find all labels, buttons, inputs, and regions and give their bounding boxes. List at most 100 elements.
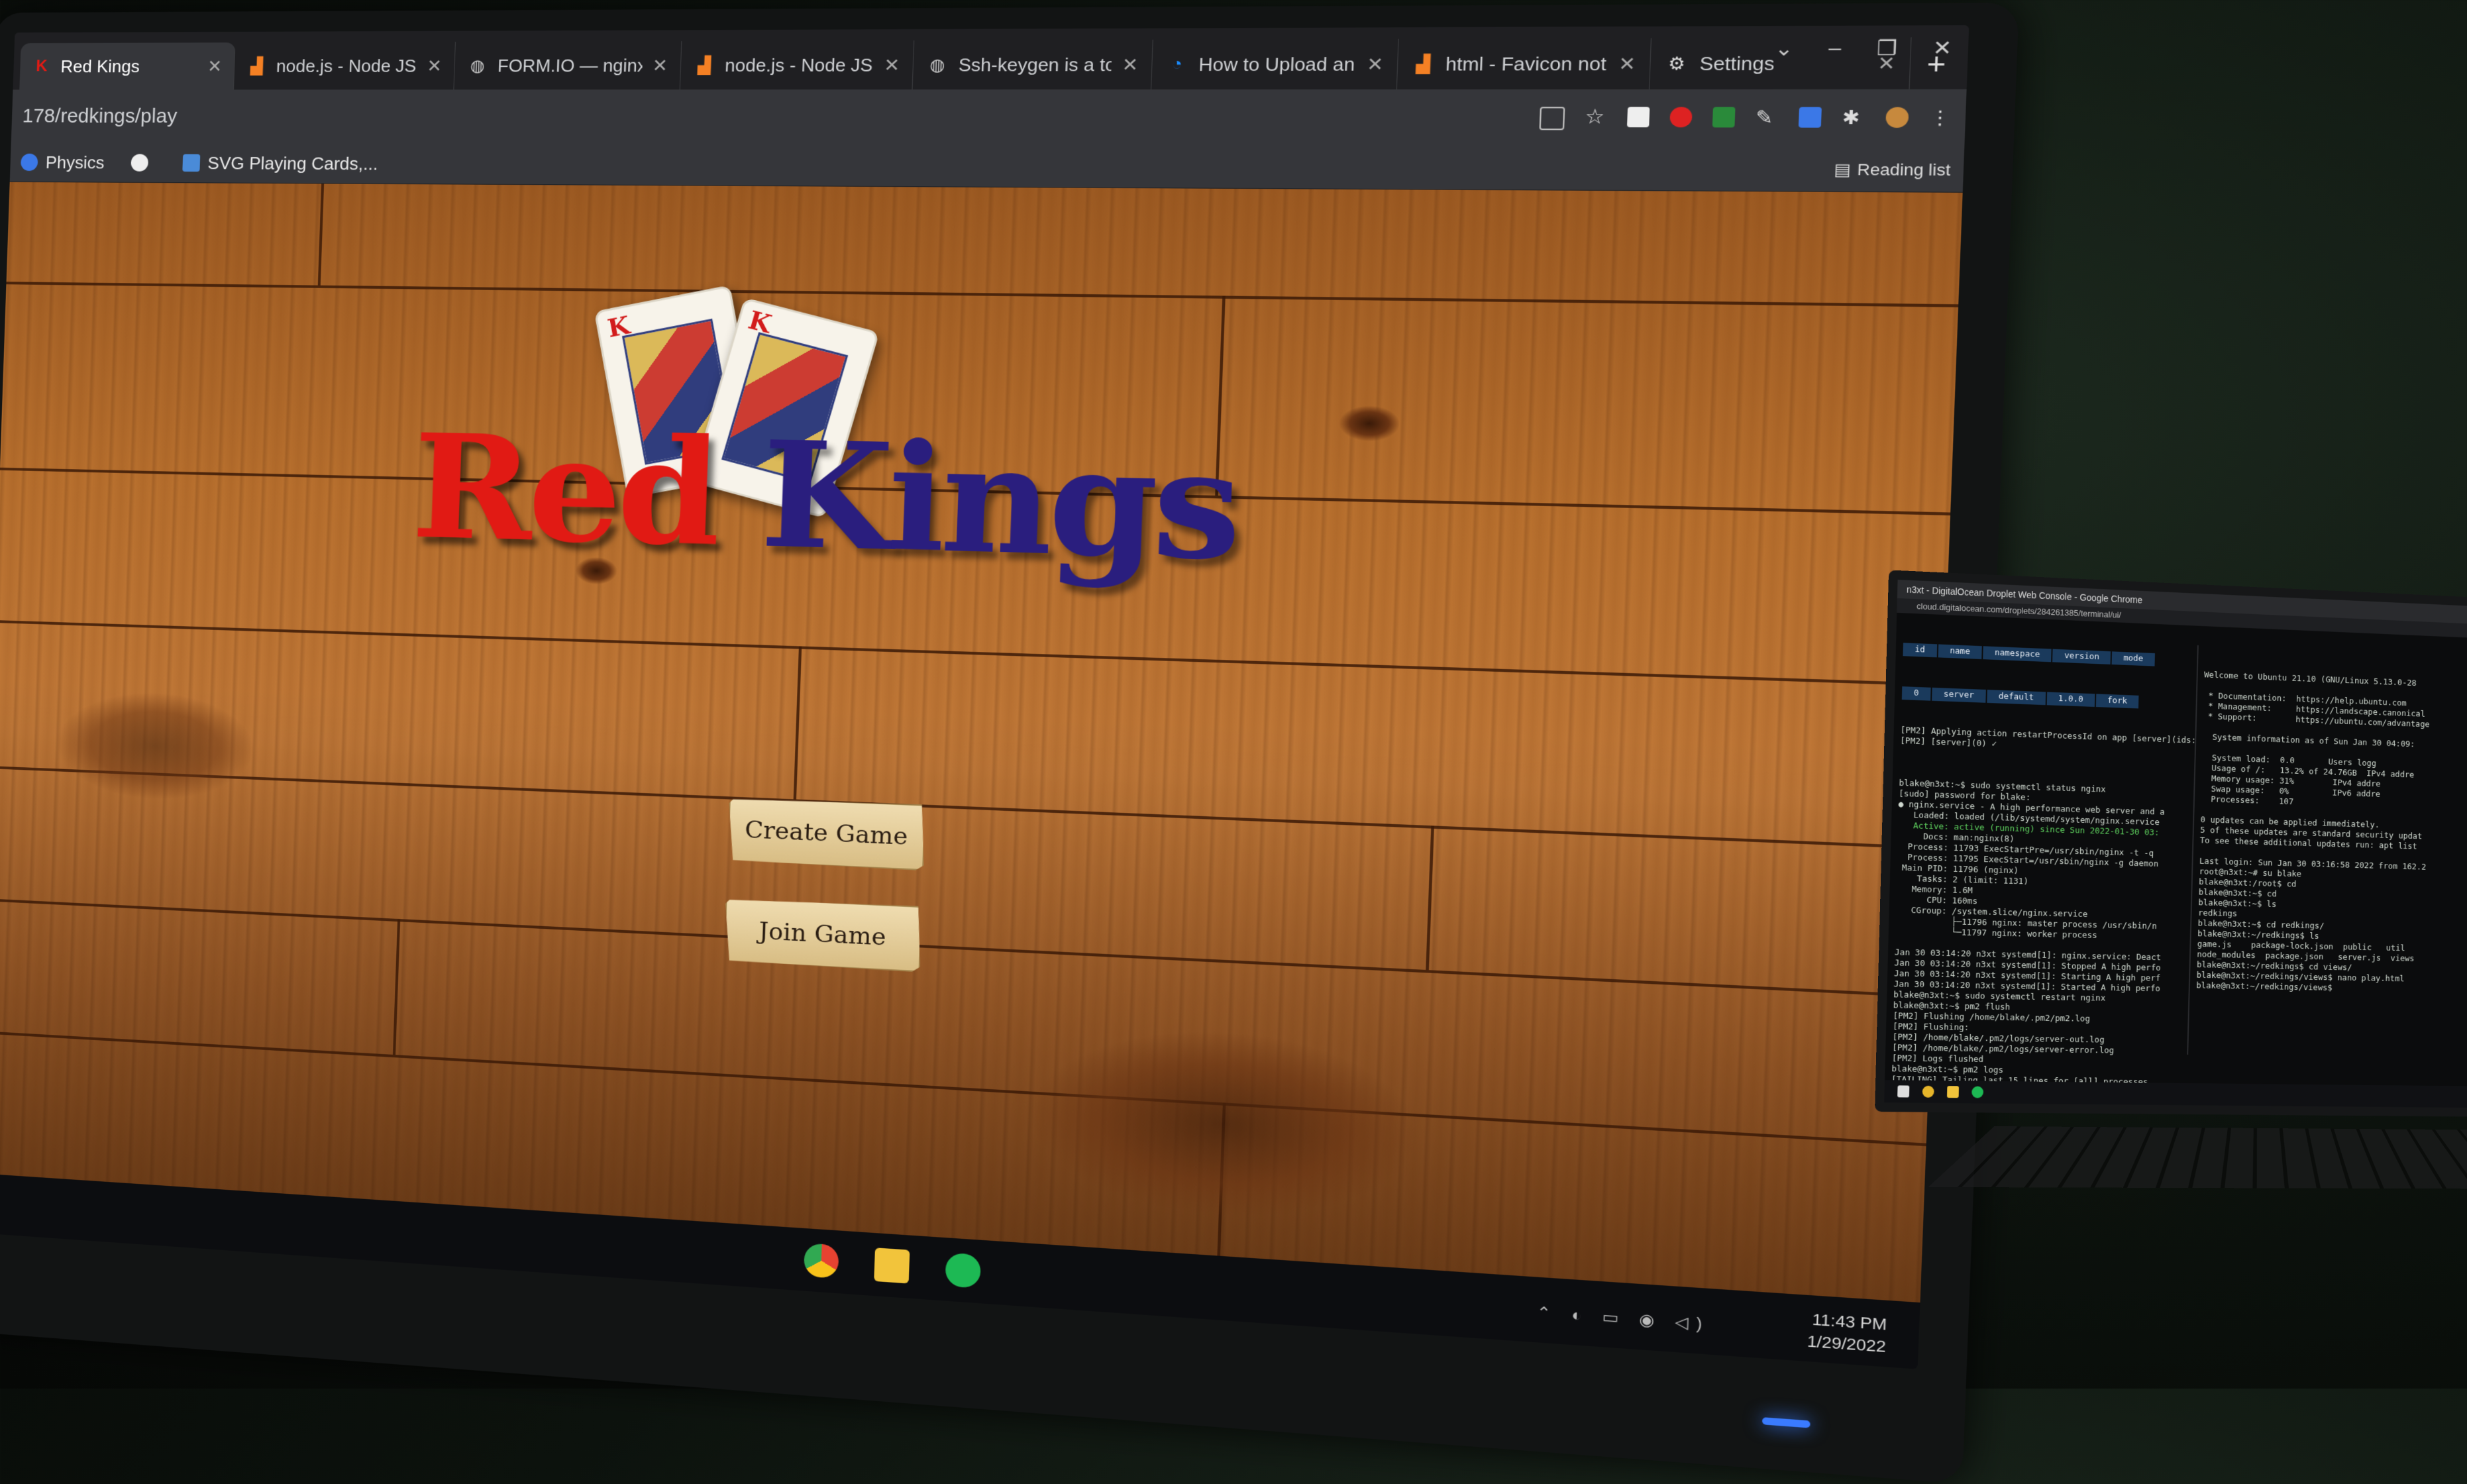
close-icon[interactable]: ✕	[1367, 53, 1384, 76]
wood-knot	[54, 688, 256, 804]
close-icon[interactable]: ✕	[427, 55, 443, 76]
laptop-keyboard	[1928, 1126, 2467, 1189]
tab-label: Ssh-keygen is a to	[958, 53, 1112, 76]
tab-how-to-upload[interactable]: ◔ How to Upload an ✕	[1151, 38, 1399, 90]
kebab-menu-icon[interactable]: ⋮	[1929, 107, 1953, 129]
plank-seam	[1426, 825, 1434, 971]
address-bar[interactable]: 178/redkings/play	[22, 105, 1540, 131]
chrome-icon[interactable]	[803, 1243, 839, 1279]
extension-icons: ☆ ✎ ✱ ⋮	[1539, 105, 1953, 131]
close-window-icon[interactable]: ✕	[1932, 36, 1952, 60]
close-icon[interactable]: ✕	[1618, 52, 1636, 75]
stack-overflow-icon: ▟	[250, 56, 264, 76]
taskbar-clock[interactable]: 11:43 PM 1/29/2022	[1807, 1308, 1887, 1358]
stack-overflow-icon: ▟	[697, 56, 711, 75]
pm2-cell: server	[1930, 686, 1987, 704]
reading-list-icon: ▤	[1833, 160, 1852, 179]
create-game-button[interactable]: Create Game	[727, 796, 925, 871]
reading-list-label: Reading list	[1857, 160, 1951, 180]
adblock-icon[interactable]	[1669, 107, 1693, 128]
globe-icon: ◍	[929, 55, 946, 75]
pm2-cell: 1.0.0	[2046, 691, 2096, 708]
star-icon[interactable]: ☆	[1585, 105, 1607, 128]
clock-date: 1/29/2022	[1807, 1332, 1887, 1356]
terminal-right-output: Welcome to Ubuntu 21.10 (GNU/Linux 5.13.…	[2196, 670, 2467, 996]
pm2-cell: 0	[1901, 686, 1932, 702]
terminal-right[interactable]: Welcome to Ubuntu 21.10 (GNU/Linux 5.13.…	[2187, 645, 2467, 1059]
extension-white-icon[interactable]	[1626, 107, 1650, 128]
tab-ssh-keygen[interactable]: ◍ Ssh-keygen is a to ✕	[912, 39, 1153, 90]
wood-knot	[1338, 405, 1401, 443]
browser-tab-bar: K Red Kings ✕ ▟ node.js - Node JS ✕ ◍ FO…	[13, 25, 1969, 90]
main-monitor: K Red Kings ✕ ▟ node.js - Node JS ✕ ◍ FO…	[0, 2, 2019, 1484]
tab-html-favicon[interactable]: ▟ html - Favicon not ✕	[1396, 38, 1652, 89]
tab-label: Red Kings	[60, 56, 140, 76]
stack-overflow-icon: ▟	[1416, 54, 1431, 74]
join-game-button[interactable]: Join Game	[723, 897, 922, 972]
red-k-favicon-icon: K	[36, 57, 48, 76]
laptop: n3xt - DigitalOcean Droplet Web Console …	[1874, 570, 2467, 1189]
plank-line	[0, 898, 1932, 998]
reading-list-button[interactable]: ▤ Reading list	[1834, 160, 1951, 180]
share-icon[interactable]	[1539, 107, 1565, 131]
pm2-col: mode	[2111, 651, 2156, 667]
wood-knot	[1025, 1021, 1424, 1230]
pm2-cell: fork	[2095, 693, 2140, 710]
chrome-icon[interactable]	[1922, 1085, 1934, 1098]
tab-form-io[interactable]: ◍ FORM.IO — nginx ✕	[454, 41, 682, 90]
window-controls: ⌄ – ❐ ✕	[1774, 36, 1952, 61]
plank-seam	[793, 646, 802, 800]
bookmark-globe[interactable]	[130, 154, 156, 172]
pm2-col: namespace	[1982, 645, 2053, 663]
plank-seam	[317, 184, 325, 286]
pm2-col: version	[2052, 648, 2112, 665]
terminal-line: /home/blake/.pm2/logs/server-error.log l…	[1890, 1106, 2158, 1117]
minimize-icon[interactable]: –	[1828, 36, 1842, 60]
file-explorer-icon[interactable]	[1946, 1086, 1960, 1098]
pm2-col: id	[1902, 642, 1938, 659]
pm2-col: name	[1937, 643, 1983, 661]
chevron-down-icon[interactable]: ⌄	[1774, 36, 1794, 61]
power-led	[1761, 1417, 1811, 1428]
extension-green-icon[interactable]	[1712, 107, 1736, 128]
close-icon[interactable]: ✕	[207, 56, 223, 77]
red-kings-logo: K K Red Kings	[408, 285, 1241, 637]
restore-icon[interactable]: ❐	[1876, 36, 1897, 60]
spotify-icon[interactable]	[1971, 1086, 1984, 1098]
plank-line	[0, 1030, 1926, 1147]
translate-icon[interactable]	[1798, 107, 1822, 128]
start-icon[interactable]	[1897, 1085, 1910, 1098]
spotify-icon[interactable]	[945, 1252, 982, 1289]
system-tray-icons[interactable]: ⌃ ◐ ▭ ◉ ◁)	[1536, 1303, 1710, 1334]
bookmark-icon	[182, 154, 200, 172]
browser-toolbar: 178/redkings/play ☆ ✎ ✱ ⋮	[11, 89, 1967, 149]
digitalocean-icon: ◔	[1171, 54, 1183, 74]
laptop-screen: n3xt - DigitalOcean Droplet Web Console …	[1874, 570, 2467, 1117]
globe-icon	[130, 154, 148, 172]
title-kings-word: Kings	[758, 408, 1241, 594]
tab-label: html - Favicon not	[1445, 52, 1607, 75]
tab-red-kings[interactable]: K Red Kings ✕	[19, 42, 236, 90]
close-icon[interactable]: ✕	[1122, 54, 1139, 76]
pm2-cell: default	[1986, 689, 2046, 706]
plank-seam	[392, 918, 401, 1055]
tab-node-js-2[interactable]: ▟ node.js - Node JS ✕	[680, 40, 915, 90]
bookmark-physics[interactable]: Physics	[21, 152, 105, 173]
close-icon[interactable]: ✕	[652, 55, 668, 76]
pen-icon[interactable]: ✎	[1756, 106, 1779, 128]
tab-label: node.js - Node JS	[724, 54, 874, 76]
title-red-word: Red	[409, 402, 720, 579]
tab-label: How to Upload an	[1198, 53, 1355, 75]
gear-icon: ⚙	[1667, 54, 1686, 74]
bookmark-svg-playing-cards[interactable]: SVG Playing Cards,...	[182, 152, 378, 174]
monitor-screen: K Red Kings ✕ ▟ node.js - Node JS ✕ ◍ FO…	[0, 25, 1969, 1369]
close-icon[interactable]: ✕	[884, 54, 900, 76]
tab-node-js-1[interactable]: ▟ node.js - Node JS ✕	[234, 42, 456, 90]
game-page: K K Red Kings Create Game Join Game	[0, 182, 1963, 1303]
bookmark-label: Physics	[45, 152, 105, 172]
file-explorer-icon[interactable]	[874, 1247, 910, 1284]
avatar[interactable]	[1885, 107, 1909, 128]
puzzle-icon[interactable]: ✱	[1842, 106, 1865, 129]
tab-label: node.js - Node JS	[276, 55, 417, 76]
tab-label: FORM.IO — nginx	[497, 54, 643, 76]
